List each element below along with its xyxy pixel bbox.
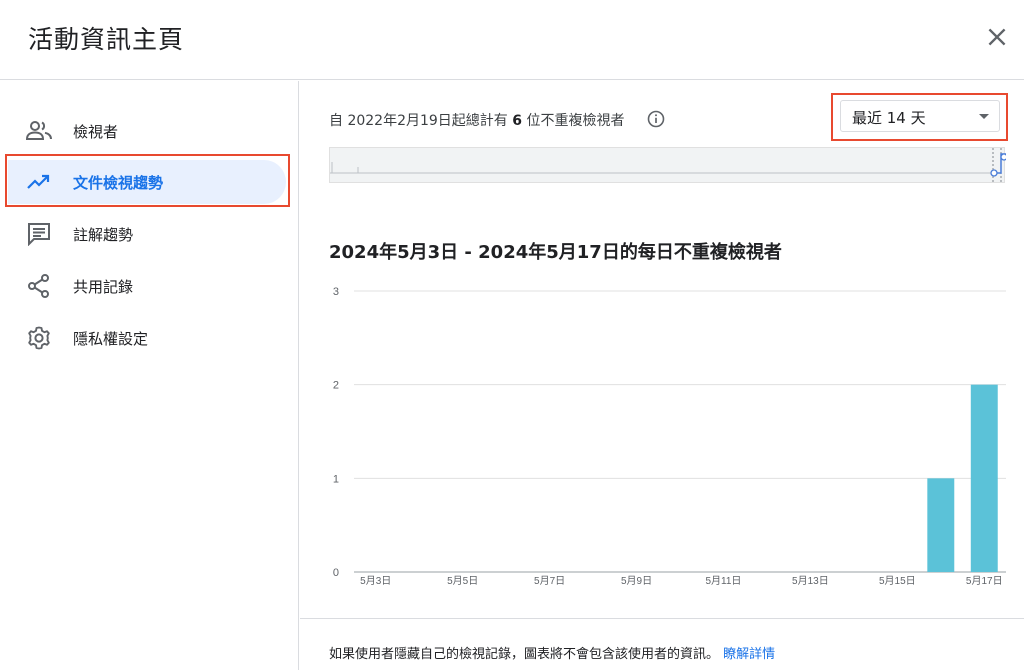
page-title: 活動資訊主頁	[28, 25, 185, 54]
info-icon[interactable]	[647, 110, 665, 128]
sidebar-item-comment-trends[interactable]: 註解趨勢	[0, 208, 299, 260]
dialog-header: 活動資訊主頁	[0, 0, 1024, 80]
x-tick-label: 5月15日	[879, 575, 916, 587]
sidebar-item-privacy-settings[interactable]: 隱私權設定	[0, 312, 299, 364]
annotation-highlight	[831, 93, 1008, 141]
close-icon[interactable]	[984, 24, 1010, 50]
timeline-scrubber[interactable]	[329, 147, 1008, 184]
y-tick-label: 3	[333, 286, 339, 298]
x-tick-label: 5月9日	[621, 575, 652, 587]
sidebar-item-label: 註解趨勢	[73, 226, 134, 244]
annotation-highlight	[5, 154, 290, 207]
x-tick-label: 5月17日	[966, 575, 1003, 587]
share-icon	[28, 274, 49, 298]
timeline-overview	[330, 148, 1008, 184]
sidebar-item-label: 檢視者	[73, 123, 119, 141]
chart-bar	[970, 384, 998, 572]
comment-icon	[28, 223, 50, 246]
y-tick-label: 2	[333, 380, 339, 392]
sidebar-item-sharing-history[interactable]: 共用記錄	[0, 260, 299, 312]
footer-note-text: 如果使用者隱藏自己的檢視記錄，圖表將不會包含該使用者的資訊。	[329, 647, 720, 662]
y-tick-label: 0	[333, 567, 339, 579]
x-tick-label: 5月5日	[447, 575, 478, 587]
summary-suffix: 位不重複檢視者	[522, 113, 625, 129]
chart-title: 2024年5月3日 - 2024年5月17日的每日不重複檢視者	[329, 242, 782, 263]
y-tick-label: 1	[333, 473, 339, 485]
footer: 如果使用者隱藏自己的檢視記錄，圖表將不會包含該使用者的資訊。 瞭解詳情	[300, 618, 1024, 670]
footer-note: 如果使用者隱藏自己的檢視記錄，圖表將不會包含該使用者的資訊。 瞭解詳情	[329, 643, 775, 662]
people-icon	[26, 121, 52, 140]
x-tick-label: 5月3日	[360, 575, 391, 587]
sidebar-item-label: 隱私權設定	[73, 330, 149, 348]
summary-prefix: 自 2022年2月19日起總計有	[329, 113, 513, 129]
sidebar: 檢視者 文件檢視趨勢 註解趨勢 共用記錄 隱私權設定	[0, 81, 299, 670]
timeline-handle[interactable]	[990, 169, 998, 177]
x-tick-label: 5月11日	[705, 575, 741, 587]
daily-viewers-chart: 0 1 2 3 5月3日 5月5日 5月7日 5月9日 5月11日 5月13日 5月15日 5月17日	[333, 286, 1006, 587]
gear-icon	[28, 326, 50, 350]
x-tick-label: 5月7日	[534, 575, 565, 587]
sidebar-item-label: 共用記錄	[73, 278, 134, 296]
sidebar-item-viewers[interactable]: 檢視者	[0, 105, 299, 157]
summary-count: 6	[512, 113, 523, 129]
chart-bar	[927, 478, 955, 572]
timeline-handle[interactable]	[1000, 153, 1008, 161]
learn-more-link[interactable]: 瞭解詳情	[723, 647, 775, 662]
x-tick-label: 5月13日	[792, 575, 829, 587]
viewer-summary: 自 2022年2月19日起總計有 6 位不重複檢視者	[329, 110, 624, 130]
